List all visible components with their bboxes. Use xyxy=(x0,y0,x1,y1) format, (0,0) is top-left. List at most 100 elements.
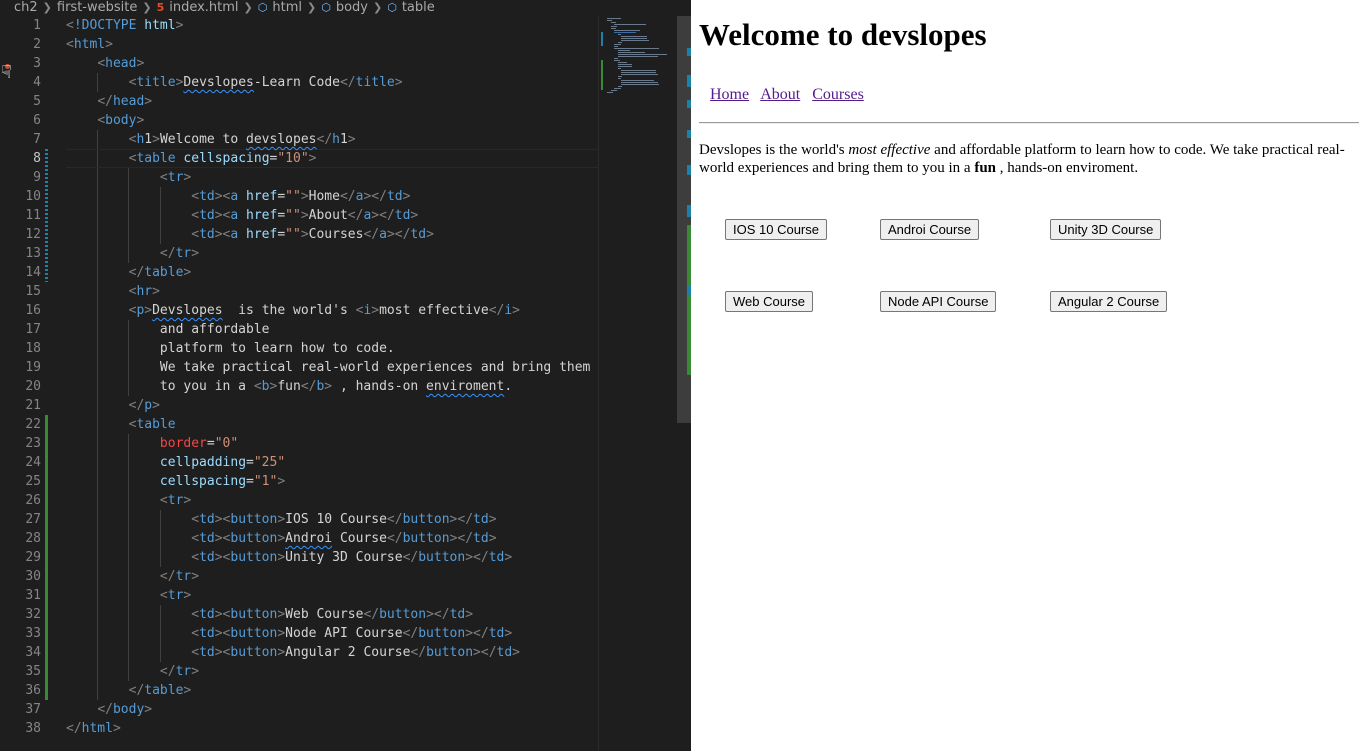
code-line[interactable]: <td><button>Unity 3D Course</button></td… xyxy=(66,548,512,567)
line-number[interactable]: 15 xyxy=(1,282,41,301)
code-editor[interactable]: ch2 ❯ first-website ❯ 5 index.html ❯ ⬡ htm… xyxy=(0,0,691,751)
code-line[interactable]: <title>Devslopes-Learn Code</title> xyxy=(66,73,403,92)
breadcrumb-item-symbol[interactable]: ⬡ html xyxy=(258,0,302,15)
code-line[interactable]: <td><button>Angular 2 Course</button></t… xyxy=(66,643,520,662)
nav-link-courses[interactable]: Courses xyxy=(812,86,864,103)
code-line[interactable]: <td><button>Web Course</button></td> xyxy=(66,605,473,624)
breadcrumb-item-symbol[interactable]: ⬡ body xyxy=(321,0,368,15)
line-number[interactable]: 10 xyxy=(1,187,41,206)
diff-added-marker[interactable] xyxy=(45,415,48,700)
line-number[interactable]: 11 xyxy=(1,206,41,225)
nav-links: Home About Courses xyxy=(710,86,872,104)
line-number[interactable]: 24 xyxy=(1,453,41,472)
angular-course-button[interactable]: Angular 2 Course xyxy=(1050,291,1168,312)
code-line[interactable]: </tr> xyxy=(66,244,199,263)
code-line[interactable]: </tr> xyxy=(66,662,199,681)
code-line[interactable]: <hr> xyxy=(66,282,160,301)
code-line[interactable]: platform to learn how to code. xyxy=(66,339,395,358)
diff-modified-marker[interactable] xyxy=(45,149,48,282)
code-line[interactable]: <table cellspacing="10"> xyxy=(66,149,317,168)
unity-course-button[interactable]: Unity 3D Course xyxy=(1050,219,1162,240)
breadcrumb-item-symbol[interactable]: ⬡ table xyxy=(387,0,435,15)
line-number[interactable]: 19 xyxy=(1,358,41,377)
line-number[interactable]: 12 xyxy=(1,225,41,244)
code-line[interactable]: </tr> xyxy=(66,567,199,586)
android-course-button[interactable]: Androi Course xyxy=(880,219,980,240)
line-number[interactable]: 23 xyxy=(1,434,41,453)
code-line[interactable]: <!DOCTYPE html> xyxy=(66,16,183,35)
line-number[interactable]: 32 xyxy=(1,605,41,624)
line-number[interactable]: 28 xyxy=(1,529,41,548)
line-number[interactable]: 31 xyxy=(1,586,41,605)
breadcrumb-item-folder[interactable]: first-website xyxy=(57,0,137,15)
line-number[interactable]: 33 xyxy=(1,624,41,643)
code-line[interactable]: </body> xyxy=(66,700,152,719)
line-number[interactable]: 6 xyxy=(1,111,41,130)
line-number[interactable]: 26 xyxy=(1,491,41,510)
italic-text: most effective xyxy=(848,142,931,158)
line-number[interactable]: 27 xyxy=(1,510,41,529)
line-number[interactable]: 25 xyxy=(1,472,41,491)
code-line[interactable]: <table xyxy=(66,415,176,434)
code-line[interactable]: <td><button>Androi Course</button></td> xyxy=(66,529,496,548)
code-line[interactable]: <tr> xyxy=(66,586,191,605)
line-number[interactable]: 5 xyxy=(1,92,41,111)
code-line[interactable]: to you in a <b>fun</b> , hands-on enviro… xyxy=(66,377,512,396)
code-line[interactable]: <tr> xyxy=(66,168,191,187)
nav-link-about[interactable]: About xyxy=(760,86,800,103)
minimap-line xyxy=(614,48,660,49)
line-number[interactable]: 20 xyxy=(1,377,41,396)
minimap[interactable] xyxy=(598,16,679,751)
page-heading: Welcome to devslopes xyxy=(699,17,987,52)
line-number[interactable]: 38 xyxy=(1,719,41,738)
line-number[interactable]: 13 xyxy=(1,244,41,263)
line-number[interactable]: 2 xyxy=(1,35,41,54)
code-line[interactable]: <html> xyxy=(66,35,113,54)
ios-course-button[interactable]: IOS 10 Course xyxy=(725,219,827,240)
code-line[interactable]: We take practical real-world experiences… xyxy=(66,358,590,377)
minimap-line xyxy=(610,26,617,27)
code-line[interactable]: border="0" xyxy=(66,434,238,453)
code-line[interactable]: <body> xyxy=(66,111,144,130)
line-number[interactable]: 34 xyxy=(1,643,41,662)
code-line[interactable]: <td><a href="">About</a></td> xyxy=(66,206,418,225)
code-line[interactable]: <td><button>Node API Course</button></td… xyxy=(66,624,512,643)
code-line[interactable]: </head> xyxy=(66,92,152,111)
code-line[interactable]: </p> xyxy=(66,396,160,415)
nav-link-home[interactable]: Home xyxy=(710,86,749,103)
minimap-line xyxy=(610,22,616,23)
line-number[interactable]: 35 xyxy=(1,662,41,681)
line-number[interactable]: 9 xyxy=(1,168,41,187)
code-line[interactable]: <td><a href="">Courses</a></td> xyxy=(66,225,434,244)
code-line[interactable]: <tr> xyxy=(66,491,191,510)
breadcrumb-item-file[interactable]: 5 index.html xyxy=(157,0,239,15)
line-number[interactable]: 37 xyxy=(1,700,41,719)
line-number[interactable]: 1 xyxy=(1,16,41,35)
line-number[interactable]: 14 xyxy=(1,263,41,282)
node-api-course-button[interactable]: Node API Course xyxy=(880,291,997,312)
code-line[interactable]: </table> xyxy=(66,681,192,700)
line-number[interactable]: 21 xyxy=(1,396,41,415)
line-number[interactable]: 22 xyxy=(1,415,41,434)
line-number[interactable]: 18 xyxy=(1,339,41,358)
line-number[interactable]: 8 xyxy=(1,149,41,168)
line-number[interactable]: 16 xyxy=(1,301,41,320)
code-line[interactable]: </table> xyxy=(66,263,192,282)
minimap-line xyxy=(617,54,668,55)
code-line[interactable]: cellspacing="1"> xyxy=(66,472,285,491)
web-course-button[interactable]: Web Course xyxy=(725,291,814,312)
code-line[interactable]: </html> xyxy=(66,719,121,738)
line-number[interactable]: 7 xyxy=(1,130,41,149)
line-number[interactable]: 17 xyxy=(1,320,41,339)
code-line[interactable]: <td><a href="">Home</a></td> xyxy=(66,187,410,206)
line-number[interactable]: 29 xyxy=(1,548,41,567)
code-line[interactable]: and affordable xyxy=(66,320,270,339)
code-line[interactable]: <head> xyxy=(66,54,144,73)
code-line[interactable]: cellpadding="25" xyxy=(66,453,285,472)
breadcrumb-item-folder[interactable]: ch2 xyxy=(14,0,38,15)
line-number[interactable]: 30 xyxy=(1,567,41,586)
line-number[interactable]: 36 xyxy=(1,681,41,700)
code-line[interactable]: <td><button>IOS 10 Course</button></td> xyxy=(66,510,496,529)
code-line[interactable]: <p>Devslopes is the world's <i>most effe… xyxy=(66,301,520,320)
code-line[interactable]: <h1>Welcome to devslopes</h1> xyxy=(66,130,356,149)
